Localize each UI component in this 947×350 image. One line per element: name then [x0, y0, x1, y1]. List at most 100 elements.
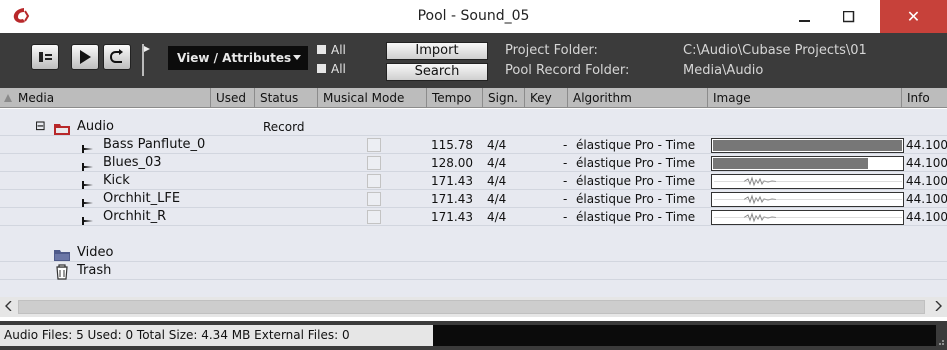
- scroll-left-button[interactable]: [0, 297, 17, 317]
- clip-row[interactable]: Kick 171.43 4/4 - élastique Pro - Time 44.100: [0, 172, 947, 190]
- clip-signature[interactable]: 4/4: [487, 208, 506, 226]
- clip-row[interactable]: Blues_03 128.00 4/4 - élastique Pro - Time 44…: [0, 154, 947, 172]
- folder-label: Audio: [77, 119, 114, 134]
- loop-button[interactable]: [103, 44, 131, 70]
- col-media[interactable]: Media: [0, 88, 211, 108]
- col-image[interactable]: Image: [708, 88, 902, 108]
- minimize-button[interactable]: [783, 0, 827, 33]
- musical-mode-checkbox[interactable]: [367, 174, 381, 188]
- clip-tempo[interactable]: 171.43: [431, 208, 473, 226]
- musical-mode-checkbox[interactable]: [367, 156, 381, 170]
- musical-mode-checkbox[interactable]: [367, 138, 381, 152]
- waveform-icon: [714, 212, 902, 223]
- collapse-folder-icon[interactable]: ⊟: [35, 118, 46, 136]
- folder-row-trash[interactable]: Trash: [0, 262, 947, 280]
- clip-name: Orchhit_R: [103, 209, 167, 224]
- scroll-thumb[interactable]: [18, 300, 925, 314]
- folder-row-audio[interactable]: ⊟ Audio Record: [0, 118, 947, 136]
- collapse-all-label: All: [331, 62, 346, 76]
- volume-slider[interactable]: [139, 42, 151, 78]
- clip-info: 44.100: [906, 138, 947, 152]
- pool-list: ⊟ Audio Record Bass Panflute_0 115.78 4/4 -…: [0, 109, 947, 297]
- status-summary: Audio Files: 5 Used: 0 Total Size: 4.34 …: [0, 325, 433, 346]
- maximize-icon: [843, 10, 855, 22]
- column-header: Media Used Status Musical Mode Tempo Sig…: [0, 88, 947, 108]
- horizontal-scrollbar[interactable]: [0, 297, 947, 317]
- clip-info: 44.100: [906, 210, 947, 224]
- col-info[interactable]: Info: [902, 88, 947, 108]
- status-bar: Audio Files: 5 Used: 0 Total Size: 4.34 …: [0, 321, 947, 350]
- project-folder-label: Project Folder:: [505, 43, 598, 58]
- folder-row-video[interactable]: Video: [0, 244, 947, 262]
- col-algorithm[interactable]: Algorithm: [568, 88, 708, 108]
- col-musical-mode[interactable]: Musical Mode: [318, 88, 427, 108]
- clip-signature[interactable]: 4/4: [487, 154, 506, 172]
- pool-toolbar: View / Attributes All All Import Search …: [0, 33, 947, 88]
- clip-name: Kick: [103, 173, 130, 188]
- clip-algorithm[interactable]: élastique Pro - Time: [576, 136, 695, 154]
- view-attributes-label: View / Attributes: [177, 51, 292, 65]
- search-button[interactable]: Search: [386, 63, 488, 81]
- waveform-icon: [714, 194, 902, 205]
- clip-tempo[interactable]: 115.78: [431, 136, 473, 154]
- col-key[interactable]: Key: [525, 88, 568, 108]
- clip-key[interactable]: -: [563, 154, 567, 172]
- import-button[interactable]: Import: [386, 42, 488, 60]
- musical-mode-checkbox[interactable]: [367, 210, 381, 224]
- project-folder-value: C:\Audio\Cubase Projects\01: [683, 43, 867, 58]
- clip-algorithm[interactable]: élastique Pro - Time: [576, 208, 695, 226]
- clip-row[interactable]: Orchhit_LFE 171.43 4/4 - élastique Pro - Tim…: [0, 190, 947, 208]
- close-button[interactable]: ✕: [880, 0, 947, 33]
- clip-signature[interactable]: 4/4: [487, 190, 506, 208]
- clip-info: 44.100: [906, 156, 947, 170]
- clip-tempo[interactable]: 171.43: [431, 172, 473, 190]
- waveform-fill: [713, 158, 868, 169]
- show-info-button[interactable]: [31, 44, 59, 70]
- clip-algorithm[interactable]: élastique Pro - Time: [576, 154, 695, 172]
- clip-waveform-image: [711, 174, 904, 189]
- col-status[interactable]: Status: [255, 88, 318, 108]
- folder-label: Video: [77, 245, 114, 260]
- clip-key[interactable]: -: [563, 190, 567, 208]
- clip-waveform-image: [711, 138, 904, 153]
- chevron-left-icon: [5, 300, 12, 312]
- clip-key[interactable]: -: [563, 172, 567, 190]
- expand-all-label: All: [331, 43, 346, 57]
- clip-info: 44.100: [906, 192, 947, 206]
- trash-icon: [56, 264, 68, 280]
- clip-name: Bass Panflute_0: [103, 137, 206, 152]
- play-icon: [80, 50, 91, 64]
- clip-key[interactable]: -: [563, 208, 567, 226]
- pool-window: Pool - Sound_05 ✕ View / Attributes All …: [0, 0, 947, 350]
- col-media-label: Media: [18, 91, 55, 105]
- plus-icon: [317, 45, 326, 54]
- status-display: [433, 325, 936, 346]
- clip-tempo[interactable]: 171.43: [431, 190, 473, 208]
- clip-signature[interactable]: 4/4: [487, 136, 506, 154]
- play-button[interactable]: [71, 44, 99, 70]
- resize-grip-icon[interactable]: [936, 337, 945, 346]
- clip-waveform-image: [711, 156, 904, 171]
- musical-mode-checkbox[interactable]: [367, 192, 381, 206]
- play-clip-icon[interactable]: [82, 212, 94, 230]
- chevron-right-icon: [935, 300, 942, 312]
- clip-row[interactable]: Orchhit_R 171.43 4/4 - élastique Pro - Time 4…: [0, 208, 947, 226]
- collapse-all-button[interactable]: All: [317, 62, 346, 76]
- scroll-right-button[interactable]: [930, 297, 947, 317]
- clip-row[interactable]: Bass Panflute_0 115.78 4/4 - élastique Pro -…: [0, 136, 947, 154]
- folder-label: Trash: [77, 263, 112, 278]
- sort-icon: [4, 94, 12, 102]
- col-signature[interactable]: Sign.: [483, 88, 525, 108]
- clip-algorithm[interactable]: élastique Pro - Time: [576, 190, 695, 208]
- col-used[interactable]: Used: [211, 88, 255, 108]
- clip-algorithm[interactable]: élastique Pro - Time: [576, 172, 695, 190]
- minus-icon: [317, 64, 326, 73]
- view-attributes-dropdown[interactable]: View / Attributes: [168, 46, 308, 70]
- clip-signature[interactable]: 4/4: [487, 172, 506, 190]
- chevron-down-icon: [293, 55, 301, 60]
- clip-tempo[interactable]: 128.00: [431, 154, 473, 172]
- expand-all-button[interactable]: All: [317, 43, 346, 57]
- col-tempo[interactable]: Tempo: [427, 88, 483, 108]
- maximize-button[interactable]: [827, 0, 871, 33]
- clip-key[interactable]: -: [563, 136, 567, 154]
